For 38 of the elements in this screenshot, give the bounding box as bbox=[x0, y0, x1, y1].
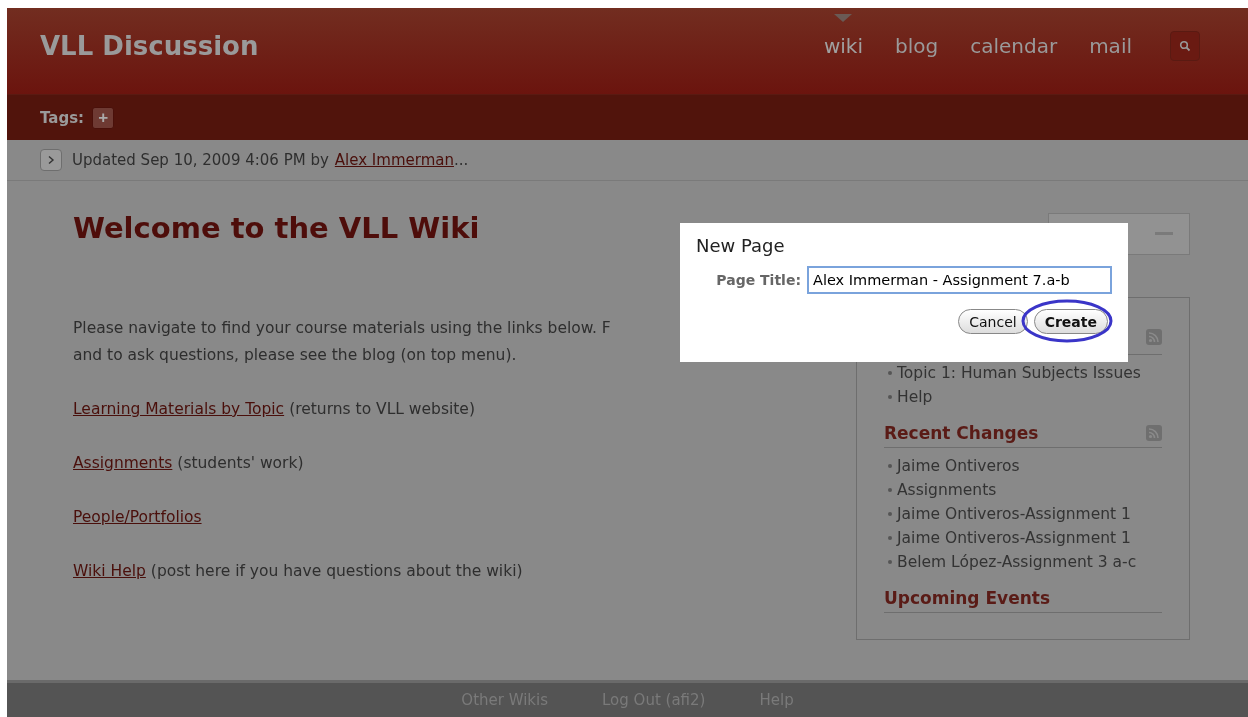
site-title: VLL Discussion bbox=[40, 31, 259, 61]
link-note: (post here if you have questions about the wiki) bbox=[150, 562, 523, 580]
dialog-button[interactable]: Create bbox=[1033, 309, 1108, 334]
sidebar-link[interactable]: Jaime Ontiveros-Assignment 1 bbox=[897, 526, 1131, 550]
ellipsis-text: ... bbox=[453, 151, 469, 169]
add-tag-button[interactable]: + bbox=[92, 106, 115, 129]
chevron-icon bbox=[47, 155, 55, 165]
page-heading: Welcome to the VLL Wiki bbox=[73, 211, 481, 245]
sidebar-link[interactable]: Jaime Ontiveros-Assignment 1 bbox=[897, 502, 1131, 526]
paragraph-line: and to ask questions, please see the blog (on top menu). bbox=[73, 345, 518, 366]
dialog-button[interactable]: Cancel bbox=[958, 309, 1028, 334]
nav-tab[interactable]: calendar bbox=[970, 34, 1058, 58]
field-label: Page Title: bbox=[716, 272, 801, 288]
nav-tab[interactable]: blog bbox=[895, 34, 939, 58]
search-button[interactable] bbox=[1170, 31, 1200, 61]
dialog-title: New Page bbox=[696, 235, 786, 256]
sidebar-link[interactable]: Jaime Ontiveros bbox=[897, 454, 1020, 478]
section-heading: Upcoming Events bbox=[884, 588, 1051, 608]
sidebar-link[interactable]: Assignments bbox=[897, 478, 997, 502]
wiki-link[interactable]: Wiki Help bbox=[73, 562, 146, 580]
paragraph-line: Please navigate to find your course materials using the links below. F bbox=[73, 318, 611, 339]
sidebar-link[interactable]: Belem López-Assignment 3 a-c bbox=[897, 550, 1137, 574]
updated-text: Updated Sep 10, 2009 4:06 PM by bbox=[72, 151, 329, 169]
wiki-link[interactable]: Assignments bbox=[73, 454, 173, 472]
expand-button[interactable] bbox=[40, 149, 62, 171]
author-link[interactable]: Alex Immerman bbox=[334, 151, 454, 169]
link-note: (students' work) bbox=[177, 454, 304, 472]
tags-label: Tags: bbox=[40, 108, 85, 127]
nav-tab[interactable]: wiki bbox=[823, 34, 863, 58]
section-heading: Recent Changes bbox=[884, 423, 1039, 443]
link-note: (returns to VLL website) bbox=[289, 400, 475, 418]
sidebar-link[interactable]: Help bbox=[897, 385, 933, 409]
sidebar-link[interactable]: Topic 1: Human Subjects Issues bbox=[897, 361, 1141, 385]
wiki-link[interactable]: People/Portfolios bbox=[73, 508, 202, 526]
page-title-field[interactable]: Alex Immerman - Assignment 7.a-b bbox=[807, 266, 1112, 294]
wiki-link[interactable]: Learning Materials by Topic bbox=[73, 400, 285, 418]
nav-tab[interactable]: mail bbox=[1089, 34, 1132, 58]
search-icon bbox=[1179, 40, 1191, 52]
